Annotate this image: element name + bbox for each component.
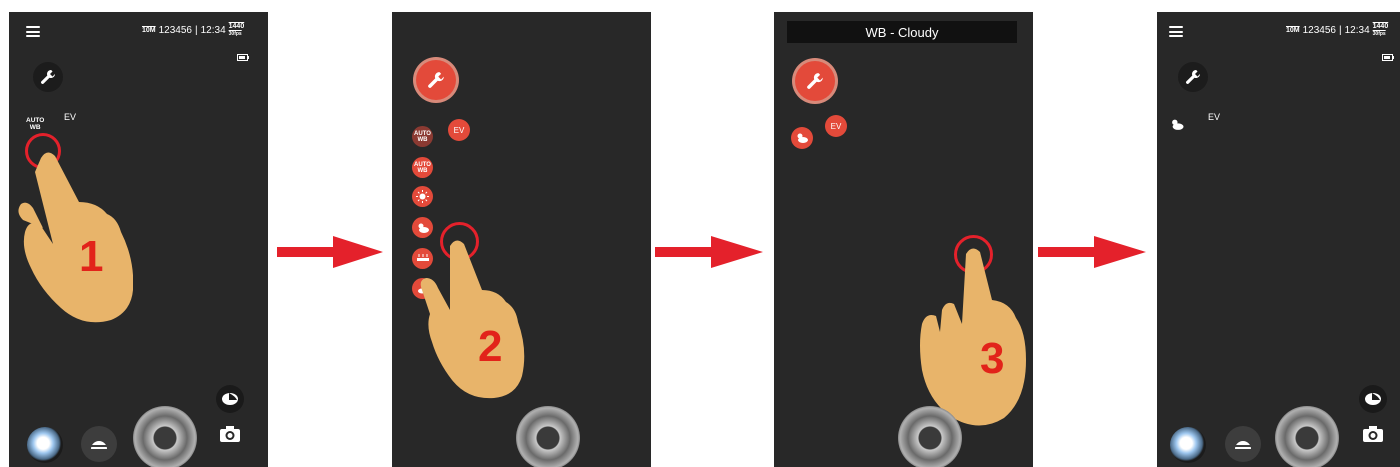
gallery-thumbnail[interactable]	[27, 427, 63, 463]
resolution-indicator: 10M	[1286, 27, 1300, 34]
cloudy-icon	[797, 133, 808, 143]
wb-option-auto[interactable]: AUTO WB	[412, 126, 433, 147]
settings-wrench-button[interactable]	[1178, 62, 1208, 92]
settings-wrench-button[interactable]	[795, 61, 835, 101]
wrench-icon	[1186, 70, 1200, 84]
hand-icon	[420, 240, 525, 399]
cloudy-icon	[1172, 119, 1184, 130]
white-balance-button[interactable]	[1169, 118, 1185, 136]
menu-icon[interactable]	[1169, 26, 1183, 37]
battery-icon	[237, 48, 249, 66]
mode-switch-button[interactable]	[1359, 385, 1387, 413]
menu-icon[interactable]	[26, 26, 40, 37]
shot-counter: 123456	[158, 25, 192, 36]
wrench-icon	[807, 73, 823, 89]
white-balance-button[interactable]: AUTO WB	[26, 117, 44, 131]
shutter-button[interactable]	[133, 406, 197, 467]
wrench-icon	[428, 72, 444, 88]
lens-button[interactable]	[81, 426, 117, 462]
white-balance-banner: WB - Cloudy	[787, 21, 1017, 43]
clock: 12:34	[200, 25, 226, 36]
shot-counter: 123456	[1302, 25, 1336, 36]
right-arrow-icon	[277, 236, 383, 268]
resolution-indicator: 10M	[142, 27, 156, 34]
camera-icon	[220, 426, 240, 442]
status-bar: 10M 123456 | 12:34 1440 30fps	[1286, 23, 1388, 38]
mode-switch-button[interactable]	[216, 385, 244, 413]
camera-screen-result: 10M 123456 | 12:34 1440 30fps EV	[1157, 12, 1400, 467]
battery-icon	[1382, 48, 1394, 66]
lens-button[interactable]	[1225, 426, 1261, 462]
shutter-button[interactable]	[1275, 406, 1339, 467]
right-arrow-icon	[655, 236, 763, 268]
shutter-button[interactable]	[898, 406, 962, 467]
right-arrow-icon	[1038, 236, 1146, 268]
white-balance-button[interactable]	[791, 127, 813, 149]
half-moon-icon	[1365, 393, 1381, 405]
sun-icon	[416, 190, 429, 203]
shutter-button[interactable]	[516, 406, 580, 467]
camera-screen-step-1: 10M 123456 | 12:34 1440 30fps AUTO WB EV 1	[9, 12, 268, 467]
camera-screen-step-3: WB - Cloudy EV 3	[774, 12, 1033, 467]
status-bar: 10M 123456 | 12:34 1440 30fps	[142, 23, 244, 38]
ev-button[interactable]: EV	[825, 115, 847, 137]
dome-icon	[91, 441, 107, 449]
wrench-icon	[41, 70, 55, 84]
camera-screen-step-2: EV AUTO WB AUTO WB 2	[392, 12, 651, 467]
ev-button[interactable]: EV	[64, 112, 76, 122]
ev-button[interactable]: EV	[1208, 112, 1220, 122]
settings-wrench-button[interactable]	[33, 62, 63, 92]
half-moon-icon	[222, 393, 238, 405]
capture-mode-button[interactable]	[214, 418, 246, 450]
step-number: 3	[980, 334, 1005, 383]
capture-mode-button[interactable]	[1357, 418, 1389, 450]
hand-icon	[18, 152, 133, 323]
hand-icon	[920, 248, 1026, 426]
dome-icon	[1235, 441, 1251, 449]
clock: 12:34	[1344, 25, 1370, 36]
step-number: 1	[79, 232, 104, 281]
camera-icon	[1363, 426, 1383, 442]
wb-option-daylight[interactable]	[412, 186, 433, 207]
step-number: 2	[478, 322, 503, 371]
status-separator: |	[1339, 25, 1342, 36]
settings-wrench-button[interactable]	[416, 60, 456, 100]
video-quality: 1440 30fps	[1372, 23, 1389, 37]
ev-button[interactable]: EV	[448, 119, 470, 141]
video-quality: 1440 30fps	[228, 23, 245, 37]
wb-option-auto-2[interactable]: AUTO WB	[412, 157, 433, 178]
status-separator: |	[195, 25, 198, 36]
gallery-thumbnail[interactable]	[1170, 427, 1206, 463]
